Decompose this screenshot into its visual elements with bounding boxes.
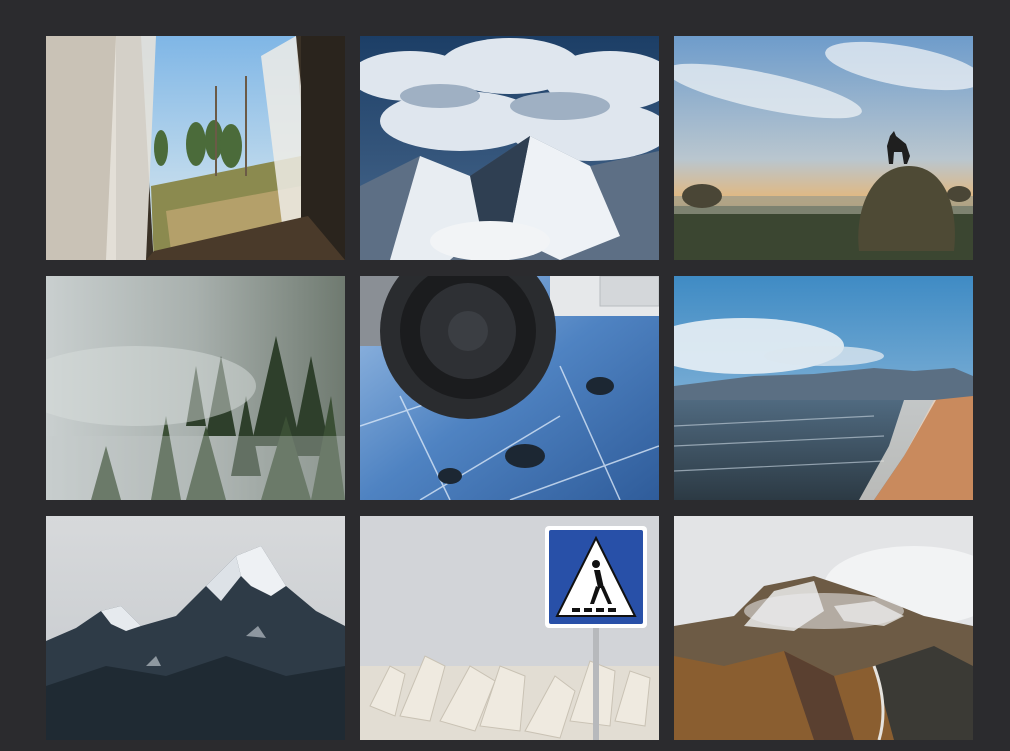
lake-shore-image [674,276,973,500]
volcanic-hills-image [674,516,973,740]
tire-ice-image [360,276,659,500]
photo-clouds-mountains[interactable] [360,36,659,260]
photo-misty-forest[interactable] [46,276,345,500]
clouds-mountains-image [360,36,659,260]
photo-crossing-sign[interactable] [360,516,659,740]
photo-volcanic-hills[interactable] [674,516,973,740]
snowy-peaks-image [46,516,345,740]
misty-forest-image [46,276,345,500]
image-gallery [46,36,974,740]
photo-snowy-peaks[interactable] [46,516,345,740]
dog-haybale-image [674,36,973,260]
photo-tire-ice[interactable] [360,276,659,500]
crossing-sign-image [360,516,659,740]
photo-train-window[interactable] [46,36,345,260]
photo-lake-shore[interactable] [674,276,973,500]
photo-dog-haybale[interactable] [674,36,973,260]
train-window-image [46,36,345,260]
